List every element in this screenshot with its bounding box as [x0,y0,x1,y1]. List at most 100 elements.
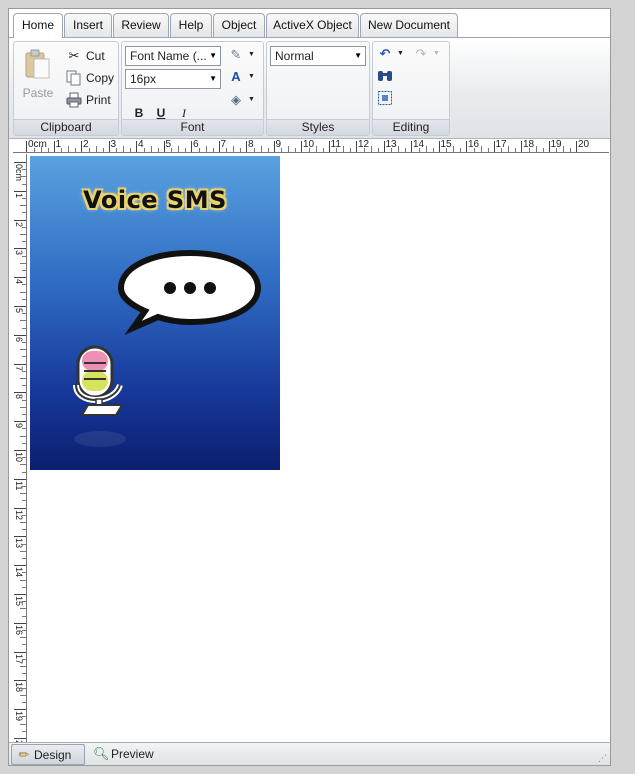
ruler-minor-tick [391,148,393,152]
ruler-tick [383,141,385,152]
ruler-minor-tick [22,414,26,415]
paste-label: Paste [22,86,54,100]
ruler-tick [14,392,26,394]
ruler-minor-tick [22,514,26,516]
ruler-minor-tick [22,342,26,343]
ruler-minor-tick [563,146,565,152]
tab-insert[interactable]: Insert [64,13,112,37]
ruler-tick [521,141,522,152]
paste-button[interactable]: Paste [18,46,58,102]
ruler-minor-tick [20,262,26,264]
highlight-button[interactable]: ✎ ▼ [228,47,258,65]
ruler-minor-tick [556,148,558,152]
font-color-button[interactable]: A ▼ [228,69,258,87]
ruler-minor-tick [20,406,26,408]
preview-view-button[interactable]: 🔍︎ Preview [89,744,169,765]
ruler-minor-tick [20,464,26,466]
ruler-minor-tick [198,148,200,152]
ruler-minor-tick [47,148,49,152]
scissors-icon: ✂ [68,48,80,63]
ruler-label: 6 [193,139,199,150]
image-title: Voice SMS [83,186,227,214]
find-button[interactable] [377,68,397,86]
ruler-minor-tick [150,146,152,152]
print-button[interactable]: Print [66,90,111,110]
ruler-minor-tick [22,586,26,588]
ruler-minor-tick [88,148,90,152]
ruler-label: 5 [165,139,172,150]
ruler-minor-tick [116,148,118,152]
undo-button[interactable]: ↶ ▼ [377,46,407,64]
ruler-minor-tick [22,630,26,631]
font-size-select[interactable]: 16px ▼ [125,69,221,89]
ruler-minor-tick [515,148,517,152]
ruler-minor-tick [20,522,26,523]
ruler-minor-tick [343,146,345,152]
tab-home[interactable]: Home [13,13,63,38]
font-group: Font Name (... ▼ 16px ▼ B U I ✎ ▼ A ▼ ◈ … [121,41,264,136]
ruler-minor-tick [22,529,26,531]
styles-group-label: Styles [267,119,369,135]
tab-new-document[interactable]: New Document [360,13,458,37]
ruler-tick [14,450,26,451]
ruler-minor-tick [281,148,283,152]
voice-sms-image[interactable]: Voice SMS [30,156,280,470]
ruler-tick [548,141,550,152]
font-name-select[interactable]: Font Name (... ▼ [125,46,221,66]
ruler-tick [14,306,26,307]
ruler-minor-tick [143,148,145,152]
ruler-minor-tick [425,146,427,152]
tab-help[interactable]: Help [170,13,212,37]
ruler-minor-tick [501,148,503,152]
chevron-down-icon: ▼ [248,51,255,58]
ruler-minor-tick [22,716,26,718]
style-select[interactable]: Normal ▼ [270,46,366,66]
copy-label: Copy [86,71,115,85]
ruler-minor-tick [20,493,26,495]
ruler-label: 3 [110,139,117,150]
ruler-minor-tick [123,146,125,152]
ruler-minor-tick [22,284,26,286]
editing-group-label: Editing [373,119,449,135]
preview-label: Preview [111,747,154,761]
chevron-down-icon: ▼ [433,50,440,57]
fill-color-button[interactable]: ◈ ▼ [228,92,258,110]
ruler-minor-tick [535,146,537,152]
ruler-minor-tick [473,148,475,152]
ruler-minor-tick [22,702,26,703]
editing-group: ↶ ▼ ↷ ▼ Editing [372,41,450,136]
ruler-minor-tick [22,442,26,444]
ruler-minor-tick [212,148,214,152]
ruler-minor-tick [377,148,379,152]
ruler-minor-tick [20,579,26,581]
ruler-minor-tick [22,399,26,401]
redo-button[interactable]: ↷ ▼ [413,46,443,64]
ruler-minor-tick [20,723,26,725]
resize-grip-icon[interactable]: ⋰ [598,753,608,763]
cut-button[interactable]: ✂ Cut [66,46,105,66]
ruler-minor-tick [22,255,26,257]
binoculars-icon [378,71,392,81]
tab-activex-object[interactable]: ActiveX Object [266,13,359,37]
ruler-minor-tick [20,435,26,437]
ruler-minor-tick [22,687,26,689]
ruler-minor-tick [315,146,317,152]
tab-review[interactable]: Review [113,13,169,37]
copy-button[interactable]: Copy [66,68,114,88]
ruler-minor-tick [336,148,338,152]
ruler-minor-tick [233,146,235,152]
document-canvas[interactable]: Voice SMS [28,154,609,742]
ruler-minor-tick [22,486,26,487]
clipboard-group-label: Clipboard [14,119,118,135]
tab-object[interactable]: Object [213,13,265,37]
ruler-minor-tick [22,226,26,228]
ruler-minor-tick [240,148,242,152]
ruler-minor-tick [20,378,26,379]
design-view-button[interactable]: ✏ Design [11,744,85,765]
select-all-button[interactable] [377,90,397,108]
chevron-down-icon: ▼ [248,96,255,103]
ruler-label: 1 [55,139,62,150]
ruler-minor-tick [308,148,310,152]
ruler-minor-tick [22,500,26,502]
ruler-minor-tick [22,644,26,646]
